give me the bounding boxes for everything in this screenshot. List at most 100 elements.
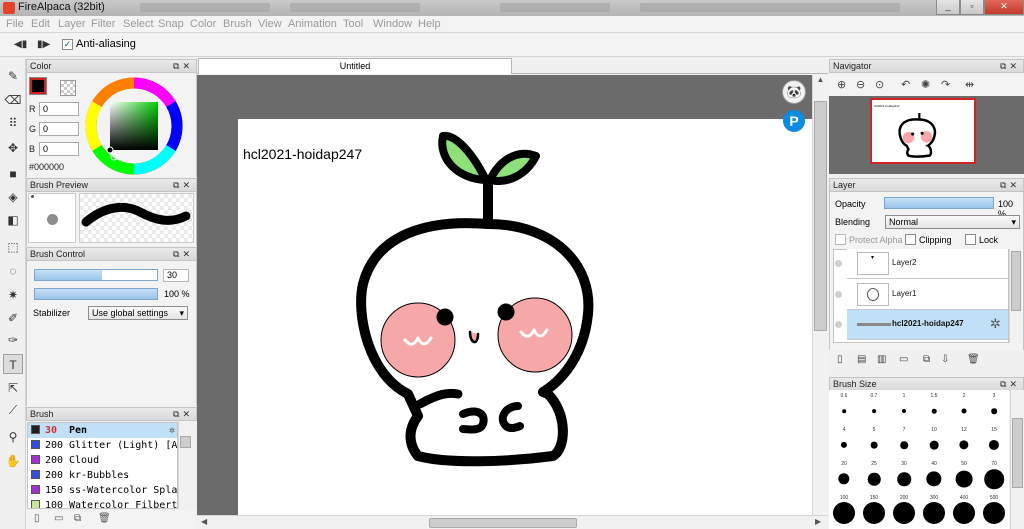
merge-down-icon[interactable]: ⇩ — [941, 354, 949, 365]
lock-option[interactable]: Lock — [965, 234, 998, 245]
lock-checkbox[interactable] — [965, 234, 976, 245]
brush-size-option[interactable]: 3 — [979, 390, 1009, 423]
dot-tool-icon[interactable]: ⠿ — [3, 113, 23, 133]
panel-float-close-icon[interactable]: ⧉✕ — [173, 408, 193, 420]
navigator-preview[interactable]: hcl2021-hoidap247 — [829, 96, 1024, 174]
menu-filter[interactable]: Filter — [91, 18, 115, 30]
magic-wand-tool-icon[interactable]: ✷ — [3, 285, 23, 305]
protect-alpha-option[interactable]: Protect Alpha — [835, 234, 903, 245]
brush-item-watercolor-filbert[interactable]: 100 Watercolor Filbert — [28, 498, 177, 508]
duplicate-layer-icon[interactable]: ⧉ — [923, 354, 930, 365]
menu-animation[interactable]: Animation — [288, 18, 337, 30]
anti-aliasing-option[interactable]: ✓ Anti-aliasing — [62, 38, 136, 50]
layer-visibility-toggle[interactable] — [832, 280, 846, 310]
brush-size-option[interactable]: 400 — [949, 492, 979, 525]
brush-size-option[interactable]: 7 — [889, 424, 919, 457]
canvas-vertical-scroll-thumb[interactable] — [814, 101, 827, 331]
menu-edit[interactable]: Edit — [31, 18, 50, 30]
brush-size-option[interactable]: 5 — [859, 424, 889, 457]
clipping-checkbox[interactable] — [905, 234, 916, 245]
scroll-left-arrow-icon[interactable]: ◀ — [201, 517, 207, 526]
brush-size-option[interactable]: 12 — [949, 424, 979, 457]
canvas-vertical-scrollbar[interactable]: ▲ — [812, 75, 828, 515]
scroll-up-arrow-icon[interactable]: ▲ — [813, 75, 828, 89]
new-1bit-layer-icon[interactable]: ▥ — [877, 354, 886, 365]
layer-item-hcl2021-hoidap247[interactable]: hcl2021-hoidap247 ✲ — [847, 310, 1008, 340]
zoom-fit-icon[interactable]: ⊙ — [875, 78, 884, 91]
move-tool-icon[interactable]: ✥ — [3, 138, 23, 158]
menu-select[interactable]: Select — [123, 18, 154, 30]
color-wheel[interactable] — [84, 76, 184, 176]
brush-size-option[interactable]: 50 — [949, 458, 979, 491]
eyedropper-tool-icon[interactable]: ⚲ — [3, 427, 23, 447]
layer-visibility-toggle[interactable] — [832, 310, 846, 340]
delete-brush-icon[interactable]: 🗑 — [98, 513, 111, 524]
hand-tool-icon[interactable]: ✋ — [3, 451, 23, 471]
brush-size-slider[interactable] — [34, 269, 158, 281]
brush-size-option[interactable]: 100 — [829, 492, 859, 525]
brush-size-option[interactable]: 0.6 — [829, 390, 859, 423]
open-folder-icon[interactable]: ▭ — [54, 513, 63, 524]
menu-help[interactable]: Help — [418, 18, 441, 30]
canvas[interactable]: hcl2021-hoidap247 — [238, 119, 812, 515]
operation-tool-icon[interactable]: ⇱ — [3, 378, 23, 398]
brush-item-watercolor-splash[interactable]: 150 ss-Watercolor Splash [Add] — [28, 483, 177, 498]
brush-size-option[interactable]: 1 — [889, 390, 919, 423]
select-tool-icon[interactable]: ⬚ — [3, 237, 23, 257]
close-button[interactable]: ✕ — [984, 0, 1024, 15]
eraser-tool-icon[interactable]: ⌫ — [3, 90, 23, 110]
bucket-tool-icon[interactable]: ◈ — [3, 187, 23, 207]
brush-size-option[interactable]: 2 — [949, 390, 979, 423]
menu-layer[interactable]: Layer — [58, 18, 86, 30]
brush-list-scroll-thumb[interactable] — [180, 436, 191, 448]
brush-size-option[interactable]: 300 — [919, 492, 949, 525]
text-tool-icon[interactable]: T — [3, 354, 23, 374]
canvas-horizontal-scrollbar[interactable]: ◀ ▶ — [197, 515, 828, 529]
previous-frame-icon[interactable]: ◀▮ — [14, 39, 27, 50]
select-pen-tool-icon[interactable]: ✐ — [3, 308, 23, 328]
brush-size-option[interactable]: 0.7 — [859, 390, 889, 423]
panel-float-close-icon[interactable]: ⧉✕ — [173, 60, 193, 72]
rotate-right-icon[interactable]: ↷ — [941, 78, 950, 91]
zoom-out-icon[interactable]: ⊖ — [856, 78, 865, 91]
brush-item-glitter[interactable]: 200 Glitter (Light) [Add] — [28, 438, 177, 453]
duplicate-brush-icon[interactable]: ⧉ — [74, 513, 81, 524]
maximize-button[interactable]: ▫ — [960, 0, 984, 15]
brush-size-option[interactable]: 200 — [889, 492, 919, 525]
layer-settings-gear-icon[interactable]: ✲ — [990, 316, 1001, 332]
menu-view[interactable]: View — [258, 18, 282, 30]
menu-brush[interactable]: Brush — [223, 18, 252, 30]
divide-tool-icon[interactable]: ⟋ — [3, 400, 23, 420]
brush-size-scroll-thumb[interactable] — [1012, 418, 1023, 488]
clipping-option[interactable]: Clipping — [905, 234, 952, 245]
rotate-left-icon[interactable]: ↶ — [901, 78, 910, 91]
gradient-tool-icon[interactable]: ◧ — [3, 210, 23, 230]
green-input[interactable]: 0 — [39, 122, 79, 136]
panel-float-close-icon[interactable]: ⧉✕ — [173, 248, 193, 260]
minimize-button[interactable]: _ — [936, 0, 960, 15]
canvas-horizontal-scroll-thumb[interactable] — [429, 518, 577, 528]
panel-float-close-icon[interactable]: ⧉✕ — [173, 179, 193, 191]
navigator-viewport[interactable]: hcl2021-hoidap247 — [870, 98, 976, 164]
protect-alpha-checkbox[interactable] — [835, 234, 846, 245]
new-folder-icon[interactable]: ▭ — [899, 354, 908, 365]
transparent-color-swatch[interactable] — [60, 80, 76, 96]
foreground-color-swatch[interactable] — [29, 77, 47, 95]
avatar[interactable]: 🐼 — [782, 80, 806, 104]
brush-size-option[interactable]: 4 — [829, 424, 859, 457]
document-tab-untitled[interactable]: Untitled — [198, 58, 512, 74]
menu-file[interactable]: File — [6, 18, 24, 30]
brush-size-option[interactable]: 150 — [859, 492, 889, 525]
brush-size-option[interactable]: 30 — [889, 458, 919, 491]
brush-size-option[interactable]: 15 — [979, 424, 1009, 457]
layer-list-scrollbar[interactable] — [1009, 249, 1022, 343]
select-eraser-tool-icon[interactable]: ✑ — [3, 330, 23, 350]
menu-color[interactable]: Color — [190, 18, 216, 30]
stabilizer-select[interactable]: Use global settings — [88, 306, 188, 320]
brush-size-scrollbar[interactable] — [1010, 390, 1024, 529]
brush-size-option[interactable]: 70 — [979, 458, 1009, 491]
canvas-area[interactable]: hcl2021-hoidap247 🐼 P — [197, 75, 812, 515]
anti-aliasing-checkbox[interactable]: ✓ — [62, 38, 73, 50]
reset-rotation-icon[interactable]: ✺ — [921, 78, 930, 91]
brush-opacity-slider[interactable] — [34, 288, 158, 300]
